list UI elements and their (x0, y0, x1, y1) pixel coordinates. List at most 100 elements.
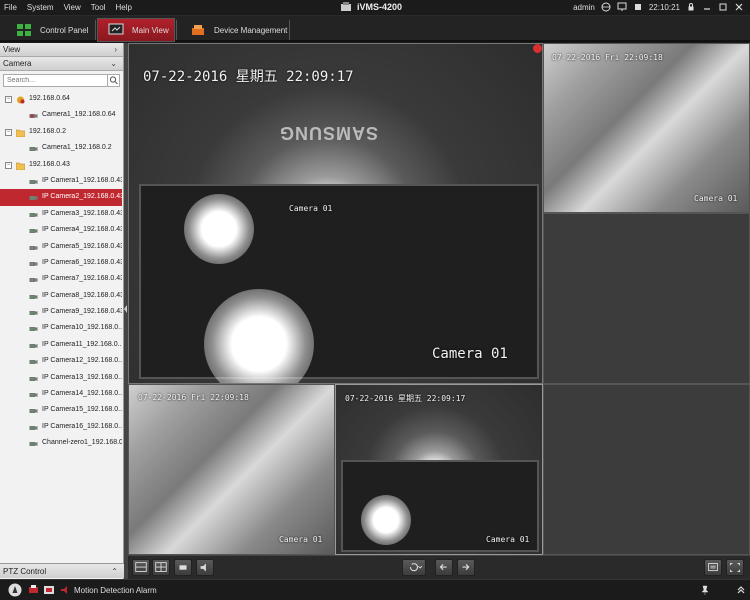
tree-camera-node[interactable]: IP Camera7_192.168.0.43 (0, 271, 122, 287)
tab-label: Control Panel (40, 25, 89, 35)
tree-camera-node[interactable]: IP Camera3_192.168.0.43 (0, 206, 122, 222)
tree-node-label: IP Camera13_192.168.0... (42, 373, 122, 381)
menu-view[interactable]: View (64, 3, 81, 12)
menu-tool[interactable]: Tool (91, 3, 106, 12)
globe-icon[interactable] (601, 2, 611, 12)
close-icon[interactable] (734, 2, 744, 12)
tree-node-label: IP Camera16_192.168.0... (42, 422, 122, 430)
video-pane-bottom-left[interactable]: 07-22-2016 Fri 22:09:18 Camera 01 (128, 384, 335, 555)
pane-osd-timestamp: 07-22-2016 星期五 22:09:17 (143, 69, 354, 85)
tree-device-node[interactable]: − 192.168.0.43 (0, 157, 122, 173)
save-view-button[interactable] (132, 559, 150, 576)
search-button[interactable] (107, 75, 119, 86)
app-title: iVMS-4200 (340, 2, 402, 12)
tree-camera-node[interactable]: IP Camera5_192.168.0.43 (0, 239, 122, 255)
tree-node-label: 192.168.0.64 (29, 95, 70, 102)
tree-camera-node[interactable]: IP Camera8_192.168.0.43 (0, 288, 122, 304)
window-division-button[interactable] (152, 559, 170, 576)
camera-icon (29, 275, 38, 283)
video-pane-empty[interactable] (543, 384, 750, 555)
expand-toggle-icon[interactable]: − (5, 96, 12, 103)
list-view-button[interactable] (704, 559, 722, 576)
expand-toggle-icon[interactable]: − (5, 161, 12, 169)
tree-camera-node[interactable]: IP Camera10_192.168.0... (0, 320, 122, 336)
camera-icon (29, 341, 38, 349)
tree-node-label: Camera1_192.168.0.64 (42, 111, 116, 119)
left-panel: View › Camera ⌄ − 192.168.0.64 Camera1_192… (0, 43, 124, 579)
tree-camera-node[interactable]: IP Camera11_192.168.0... (0, 337, 122, 353)
tab-label: Main View (132, 25, 169, 35)
ptz-control-header[interactable]: PTZ Control ⌃ (0, 563, 124, 578)
expand-up-icon[interactable] (736, 585, 746, 595)
tree-camera-node[interactable]: IP Camera1_192.168.0.43 (0, 173, 122, 189)
tree-camera-node[interactable]: Camera1_192.168.0.64 (0, 107, 122, 123)
tree-camera-node[interactable]: IP Camera9_192.168.0.43 (0, 304, 122, 320)
tree-camera-node[interactable]: IP Camera13_192.168.0... (0, 370, 122, 386)
tree-camera-node[interactable]: IP Camera12_192.168.0... (0, 353, 122, 369)
camera-section-header[interactable]: Camera ⌄ (0, 57, 123, 71)
camera-icon (29, 259, 38, 267)
pane-camera-name: Camera 01 (486, 535, 530, 544)
view-toolbar (128, 555, 750, 579)
stop-all-button[interactable] (174, 559, 192, 576)
cpu-icon[interactable] (633, 2, 643, 12)
alarm-indicator-icon[interactable] (533, 44, 542, 53)
camera-icon (29, 292, 38, 300)
sound-alarm-icon[interactable] (59, 584, 71, 596)
ptz-header-label: PTZ Control (3, 567, 47, 576)
audio-button[interactable] (196, 559, 214, 576)
tree-node-label: 192.168.0.2 (29, 127, 66, 135)
menu-help[interactable]: Help (115, 3, 131, 12)
device-alarm-icon[interactable] (43, 584, 55, 596)
maximize-icon[interactable] (718, 2, 728, 12)
pane-inner-camera-name: Camera 01 (289, 204, 333, 213)
tree-camera-node[interactable]: IP Camera16_192.168.0... (0, 419, 122, 435)
tree-camera-node[interactable]: Camera1_192.168.0.2 (0, 140, 122, 156)
monitor-icon[interactable] (617, 2, 627, 12)
camera-alarm-icon[interactable] (28, 584, 40, 596)
tree-device-node[interactable]: − 192.168.0.64 (0, 91, 122, 107)
previous-page-button[interactable] (435, 559, 453, 576)
video-pane-top-right[interactable]: 07-22-2016 Fri 22:09:18 Camera 01 (543, 43, 750, 213)
auto-switch-button[interactable] (402, 559, 426, 576)
tab-main-view[interactable]: Main View (97, 18, 175, 42)
tree-device-node[interactable]: − 192.168.0.2 (0, 124, 122, 140)
tree-node-label: IP Camera1_192.168.0.43 (42, 176, 122, 184)
alarm-bell-icon[interactable] (8, 583, 22, 597)
video-pane-empty[interactable] (543, 213, 750, 384)
next-page-button[interactable] (457, 559, 475, 576)
user-name: admin (573, 2, 595, 12)
tree-camera-node[interactable]: IP Camera14_192.168.0... (0, 386, 122, 402)
video-pane-bottom-middle[interactable]: 07-22-2016 星期五 22:09:17 Camera 01 (335, 384, 543, 555)
expand-toggle-icon[interactable]: − (5, 128, 12, 136)
search-input[interactable] (4, 75, 104, 86)
tree-camera-node[interactable]: IP Camera15_192.168.0... (0, 402, 122, 418)
arrow-left-icon (439, 564, 447, 571)
titlebar-right: admin 22:10:21 (573, 2, 744, 12)
grid-layout-icon (155, 562, 167, 572)
tree-camera-node[interactable]: IP Camera4_192.168.0.43 (0, 222, 122, 238)
tree-camera-node[interactable]: Channel-zero1_192.168.0... (0, 435, 122, 451)
video-screen-icon (108, 23, 124, 35)
fullscreen-button[interactable] (726, 559, 744, 576)
tab-device-management[interactable]: Device Management (180, 18, 288, 42)
menu-system[interactable]: System (27, 3, 54, 12)
tree-camera-node[interactable]: IP Camera2_192.168.0.43 (0, 189, 122, 206)
tree-node-label: IP Camera2_192.168.0.43 (42, 193, 122, 201)
pin-icon[interactable] (700, 585, 710, 595)
tree-node-label: IP Camera7_192.168.0.43 (42, 275, 122, 283)
camera-icon (29, 390, 38, 398)
camera-icon (29, 243, 38, 251)
view-header-label: View (3, 45, 21, 54)
lock-icon[interactable] (686, 2, 696, 12)
view-section-header[interactable]: View › (0, 43, 123, 57)
arrow-right-icon (462, 564, 470, 571)
video-pane-main[interactable]: SAMSUNG 07-22-2016 星期五 22:09:17 Camera 0… (128, 43, 543, 384)
tab-control-panel[interactable]: Control Panel (6, 18, 94, 42)
menu-file[interactable]: File (4, 3, 17, 12)
camera-icon (29, 324, 38, 332)
tree-camera-node[interactable]: IP Camera6_192.168.0.43 (0, 255, 122, 271)
minimize-icon[interactable] (702, 2, 712, 12)
tab-label: Device Management (214, 25, 288, 35)
alarm-status-text: Motion Detection Alarm (74, 586, 157, 595)
